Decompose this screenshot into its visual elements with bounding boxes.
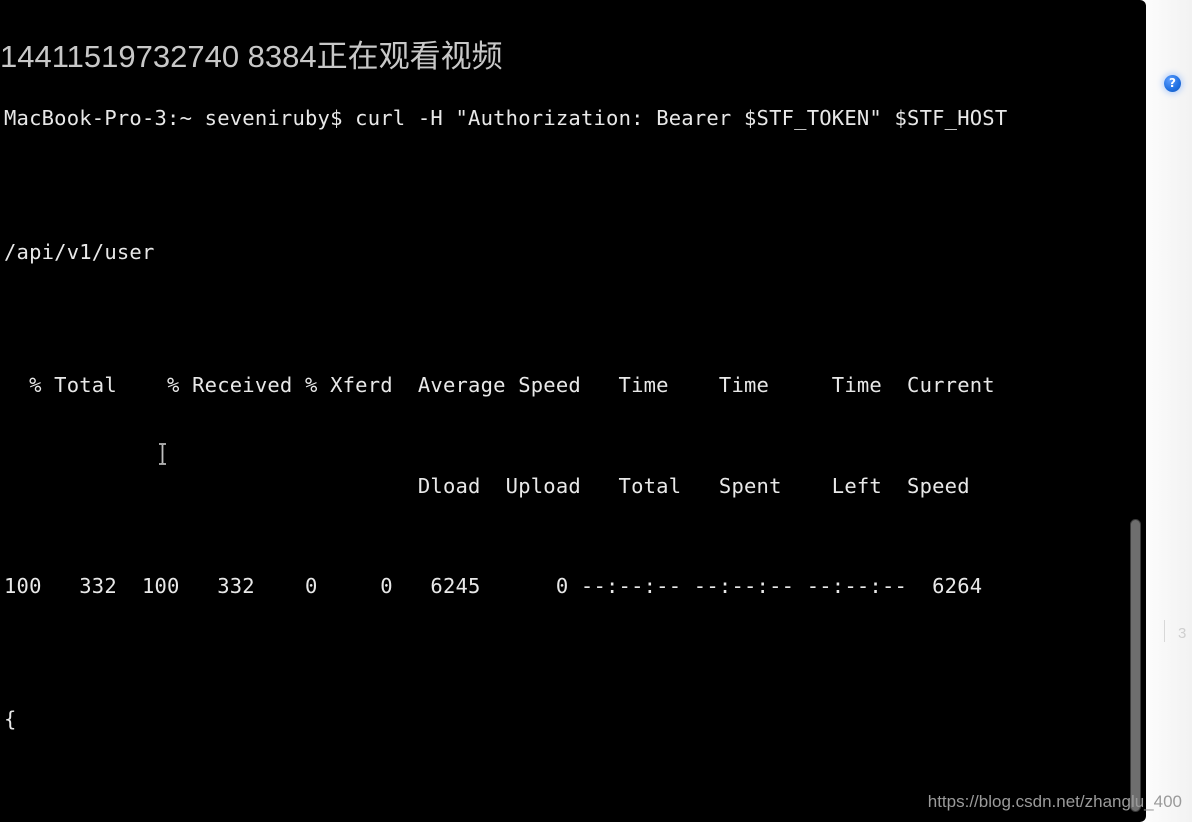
panel-vertical-divider	[1164, 620, 1165, 642]
danmaku-overlay-text: 14411519732740 8384正在观看视频	[0, 39, 503, 74]
watermark-url: https://blog.csdn.net/zhanglu_400	[927, 792, 1182, 811]
terminal-scrollbar[interactable]	[1130, 519, 1141, 812]
json-open-brace: {	[4, 707, 17, 732]
curl-header-line-2: Dload Upload Total Spent Left Speed	[4, 473, 970, 498]
help-icon[interactable]: ?	[1164, 75, 1181, 92]
terminal-output[interactable]: MacBook-Pro-3:~ seveniruby$ curl -H "Aut…	[0, 0, 1146, 822]
terminal-window[interactable]: MacBook-Pro-3:~ seveniruby$ curl -H "Aut…	[0, 0, 1146, 822]
shell-command-url: /api/v1/user	[4, 239, 155, 264]
shell-prompt: MacBook-Pro-3:~ seveniruby$	[4, 106, 343, 131]
panel-page-number: 3	[1178, 625, 1187, 642]
terminal-line-command-url: /api/v1/user	[4, 236, 1146, 269]
curl-header-line-1: % Total % Received % Xferd Average Speed…	[4, 373, 995, 398]
curl-stats-line: 100 332 100 332 0 0 6245 0 --:--:-- --:-…	[4, 573, 983, 598]
terminal-line-command: MacBook-Pro-3:~ seveniruby$ curl -H "Aut…	[4, 102, 1146, 135]
screen-root: ? 3 MacBook-Pro-3:~ seveniruby$ curl -H …	[0, 0, 1192, 822]
shell-command: curl -H "Authorization: Bearer $STF_TOKE…	[342, 106, 1008, 131]
